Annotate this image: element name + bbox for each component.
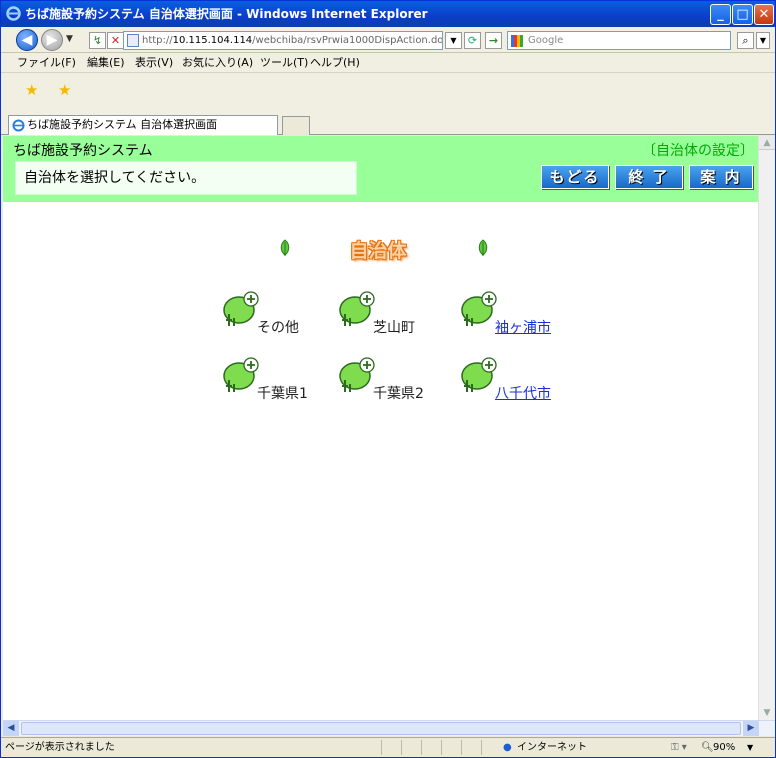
address-dropdown-button[interactable]: ▼ xyxy=(445,32,462,49)
minimize-button[interactable]: _ xyxy=(710,4,731,25)
zoom-level[interactable]: 90% xyxy=(713,738,735,757)
search-options-button[interactable]: ▼ xyxy=(756,32,770,49)
status-cell xyxy=(461,740,475,755)
url-path: /webchiba/rsvPrwia1000DispAction.do xyxy=(252,35,443,46)
search-button[interactable]: ⌕ xyxy=(737,32,754,49)
menu-view[interactable]: 表示(V) xyxy=(135,53,173,73)
google-icon xyxy=(511,35,523,47)
maximize-button[interactable]: □ xyxy=(732,4,753,25)
favorites-bar: ★ ★ xyxy=(1,73,775,113)
back-button[interactable]: もどる xyxy=(541,165,609,189)
ie-logo-icon xyxy=(6,6,21,21)
address-input[interactable]: http://10.115.104.114/webchiba/rsvPrwia1… xyxy=(123,31,443,50)
tree-icon xyxy=(221,290,261,328)
scroll-right-icon[interactable]: ▶ xyxy=(743,721,759,736)
leaf-icon xyxy=(280,239,290,256)
horizontal-scroll-thumb[interactable] xyxy=(21,722,741,735)
menu-file[interactable]: ファイル(F) xyxy=(17,53,76,73)
municipality-item: 千葉県2 xyxy=(373,386,424,402)
tree-icon xyxy=(459,290,499,328)
menu-tools[interactable]: ツール(T) xyxy=(260,53,308,73)
back-nav-button[interactable]: ◀ xyxy=(16,29,38,51)
page-content: ちば施設予約システム 〔自治体の設定〕 自治体を選択してください。 もどる 終 … xyxy=(3,136,758,720)
instruction-message: 自治体を選択してください。 xyxy=(15,161,357,195)
zone-text: インターネット xyxy=(517,742,587,753)
tree-icon xyxy=(459,356,499,394)
menu-bar: ファイル(F) 編集(E) 表示(V) お気に入り(A) ツール(T) ヘルプ(… xyxy=(1,53,775,73)
municipality-link[interactable]: 八千代市 xyxy=(495,386,551,402)
scroll-left-icon[interactable]: ◀ xyxy=(3,721,19,736)
go-button[interactable]: → xyxy=(485,32,502,49)
search-placeholder: Google xyxy=(528,35,564,46)
zoom-dropdown-icon[interactable]: ▼ xyxy=(747,738,753,757)
status-cell xyxy=(381,740,395,755)
refresh-button[interactable]: ⟳ xyxy=(464,32,481,49)
title-bar: ちば施設予約システム 自治体選択画面 - Windows Internet Ex… xyxy=(1,1,775,27)
tab-label: ちば施設予約システム 自治体選択画面 xyxy=(27,118,218,131)
stop-button[interactable]: ✕ xyxy=(107,32,124,49)
municipality-item: その他 xyxy=(257,320,299,336)
municipality-item: 千葉県1 xyxy=(257,386,308,402)
compat-view-button[interactable]: ↯ xyxy=(89,32,106,49)
page-icon xyxy=(127,34,139,47)
address-toolbar: ◀ ▶ ▼ ↯ ✕ http://10.115.104.114/webchiba… xyxy=(1,27,775,53)
status-cell xyxy=(401,740,415,755)
url-prefix: http:// xyxy=(142,35,173,46)
menu-edit[interactable]: 編集(E) xyxy=(87,53,125,73)
forward-nav-button[interactable]: ▶ xyxy=(41,29,63,51)
municipality-item[interactable]: 袖ヶ浦市 xyxy=(495,317,551,337)
municipality-link[interactable]: 袖ヶ浦市 xyxy=(495,320,551,336)
page-header: ちば施設予約システム 〔自治体の設定〕 自治体を選択してください。 もどる 終 … xyxy=(3,136,758,202)
scroll-down-icon[interactable]: ▼ xyxy=(759,706,775,720)
tree-icon xyxy=(337,290,377,328)
system-title: ちば施設予約システム xyxy=(13,143,153,159)
globe-icon: ● xyxy=(503,742,512,753)
horizontal-scrollbar[interactable]: ◀ ▶ xyxy=(3,720,775,736)
browser-window: ちば施設予約システム 自治体選択画面 - Windows Internet Ex… xyxy=(0,0,776,758)
close-button[interactable]: ✕ xyxy=(754,4,774,25)
status-cell xyxy=(481,740,495,755)
tree-icon xyxy=(337,356,377,394)
favorites-star-icon[interactable]: ★ xyxy=(25,81,38,99)
status-cell xyxy=(421,740,435,755)
tab-bar: ちば施設予約システム 自治体選択画面 xyxy=(1,113,775,135)
status-text: ページが表示されました xyxy=(5,742,115,753)
menu-help[interactable]: ヘルプ(H) xyxy=(310,53,360,73)
vertical-scrollbar[interactable]: ▲ ▼ xyxy=(758,136,775,720)
history-dropdown-icon[interactable]: ▼ xyxy=(66,34,73,44)
add-favorite-icon[interactable]: ★ xyxy=(58,81,71,99)
ie-tab-icon xyxy=(12,119,25,132)
zoom-icon[interactable]: 🔍︎ xyxy=(701,738,714,757)
leaf-icon xyxy=(478,239,488,256)
section-heading: 自治体 xyxy=(349,240,407,262)
menu-favorites[interactable]: お気に入り(A) xyxy=(182,53,253,73)
tab-current[interactable]: ちば施設予約システム 自治体選択画面 xyxy=(8,115,278,135)
setting-label: 〔自治体の設定〕 xyxy=(642,143,754,159)
protected-mode-icon[interactable]: ⚿ ▾ xyxy=(671,738,687,757)
guide-button[interactable]: 案 内 xyxy=(689,165,753,189)
scroll-up-icon[interactable]: ▲ xyxy=(759,136,775,150)
status-cell xyxy=(441,740,455,755)
url-host: 10.115.104.114 xyxy=(172,35,253,46)
new-tab-button[interactable] xyxy=(282,116,310,135)
search-input[interactable]: Google xyxy=(507,31,731,50)
tree-icon xyxy=(221,356,261,394)
exit-button[interactable]: 終 了 xyxy=(615,165,683,189)
status-bar: ページが表示されました ● インターネット ⚿ ▾ 🔍︎ 90% ▼ xyxy=(1,737,775,757)
municipality-item[interactable]: 八千代市 xyxy=(495,383,551,403)
window-title: ちば施設予約システム 自治体選択画面 - Windows Internet Ex… xyxy=(25,7,428,21)
municipality-item: 芝山町 xyxy=(373,320,415,336)
